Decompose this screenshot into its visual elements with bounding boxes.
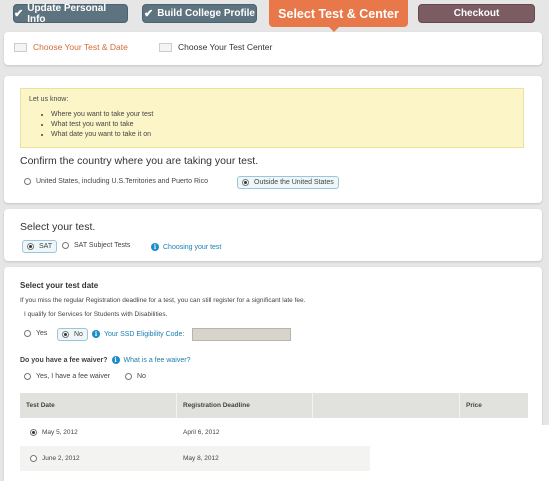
notice-item: What date you want to take it on — [51, 130, 153, 140]
info-icon: i — [92, 330, 100, 338]
step-label: Update Personal Info — [27, 2, 107, 25]
radio-fee-no[interactable]: No — [125, 373, 146, 380]
link-text[interactable]: Choosing your test — [163, 244, 221, 251]
radio-button[interactable] — [125, 373, 132, 380]
progress-steps: ✔ Update Personal Info ✔ Build College P… — [0, 0, 549, 32]
radio-button[interactable] — [24, 373, 31, 380]
column-header-price: Price — [466, 402, 482, 409]
tab-label: Choose Your Test Center — [178, 42, 273, 52]
ssd-question: I qualify for Services for Students with… — [24, 311, 168, 318]
radio-label: SAT — [39, 243, 53, 250]
radio-label: Outside the United States — [254, 179, 334, 186]
check-icon: ✔ — [14, 8, 24, 20]
fee-heading: Do you have a fee waiver? — [20, 356, 108, 364]
fee-waiver-heading-row: Do you have a fee waiver? i What is a fe… — [20, 356, 190, 364]
column-divider — [176, 393, 177, 418]
column-divider — [459, 393, 460, 418]
radio-label: SAT Subject Tests — [74, 242, 131, 249]
tab-box-icon — [14, 42, 27, 52]
cell-deadline: April 6, 2012 — [183, 429, 220, 436]
notice-item: What test you want to take — [51, 120, 153, 130]
radio-button[interactable] — [27, 243, 34, 250]
date-text: May 5, 2012 — [42, 429, 78, 436]
column-header-test-date: Test Date — [26, 402, 55, 409]
check-icon: ✔ — [143, 8, 154, 20]
cell-deadline: May 8, 2012 — [183, 455, 219, 462]
info-icon: i — [111, 356, 120, 364]
notice-item: Where you want to take your test — [51, 110, 153, 120]
choosing-test-link[interactable]: i Choosing your test — [151, 243, 221, 251]
radio-button[interactable] — [62, 331, 69, 338]
radio-ssd-yes[interactable]: Yes — [24, 330, 47, 337]
tab-box-icon — [159, 42, 172, 52]
step-update-personal-info[interactable]: ✔ Update Personal Info — [13, 2, 128, 25]
radio-test-sat[interactable]: SAT — [22, 240, 58, 253]
test-heading: Select your test. — [20, 221, 96, 233]
table-row[interactable]: June 2, 2012 May 8, 2012 — [20, 446, 370, 471]
notice-lead: Let us know: — [29, 96, 69, 103]
subtab-bar: Choose Your Test & Date Choose Your Test… — [4, 32, 542, 65]
fee-waiver-link[interactable]: What is a fee waiver? — [124, 357, 191, 364]
step-select-test-center[interactable]: Select Test & Center — [269, 0, 408, 27]
radio-button[interactable] — [62, 242, 69, 249]
radio-label: Yes — [36, 330, 48, 337]
tab-choose-test-date[interactable]: Choose Your Test & Date — [14, 42, 128, 52]
radio-button[interactable] — [30, 455, 37, 462]
dates-table-header: Test Date Registration Deadline Price — [20, 393, 528, 418]
ssd-code-link[interactable]: i Your SSD Eligibility Code: — [92, 330, 184, 338]
radio-label: United States, including U.S.Territories… — [36, 178, 208, 185]
instructions-notice: Let us know: Where you want to take your… — [20, 88, 524, 148]
radio-label: Yes, I have a fee waiver — [36, 373, 111, 380]
radio-button[interactable] — [24, 178, 31, 185]
radio-button[interactable] — [30, 429, 37, 436]
table-row[interactable]: May 5, 2012 April 6, 2012 — [20, 420, 370, 445]
test-panel — [4, 209, 542, 261]
link-text[interactable]: Your SSD Eligibility Code: — [104, 331, 184, 338]
radio-country-outside[interactable]: Outside the United States — [237, 176, 339, 189]
radio-label: No — [74, 331, 83, 338]
column-divider — [312, 393, 313, 418]
info-icon: i — [151, 243, 159, 251]
ssd-code-input[interactable] — [192, 328, 291, 341]
cell-test-date: June 2, 2012 — [30, 455, 80, 462]
step-build-college-profile[interactable]: ✔ Build College Profile — [142, 4, 257, 23]
blank-area — [370, 425, 549, 481]
step-label: Select Test & Center — [278, 6, 399, 21]
tab-label: Choose Your Test & Date — [33, 42, 128, 52]
test-date-heading: Select your test date — [20, 281, 99, 290]
column-header-deadline: Registration Deadline — [183, 402, 250, 409]
date-text: June 2, 2012 — [42, 455, 80, 462]
step-checkout[interactable]: Checkout — [418, 4, 535, 23]
tab-choose-test-center[interactable]: Choose Your Test Center — [159, 42, 272, 52]
late-fee-note: If you miss the regular Registration dea… — [20, 297, 306, 304]
radio-button[interactable] — [24, 330, 31, 337]
radio-label: No — [137, 373, 146, 380]
radio-fee-yes[interactable]: Yes, I have a fee waiver — [24, 373, 110, 380]
cell-test-date: May 5, 2012 — [30, 429, 78, 436]
country-heading: Confirm the country where you are taking… — [20, 155, 259, 167]
radio-ssd-no[interactable]: No — [57, 328, 88, 341]
radio-test-subject[interactable]: SAT Subject Tests — [62, 242, 130, 249]
radio-country-us[interactable]: United States, including U.S.Territories… — [24, 178, 208, 185]
notice-list: Where you want to take your test What te… — [51, 110, 153, 140]
radio-button[interactable] — [242, 179, 249, 186]
step-label: Checkout — [453, 8, 500, 19]
step-label: Build College Profile — [157, 8, 255, 19]
